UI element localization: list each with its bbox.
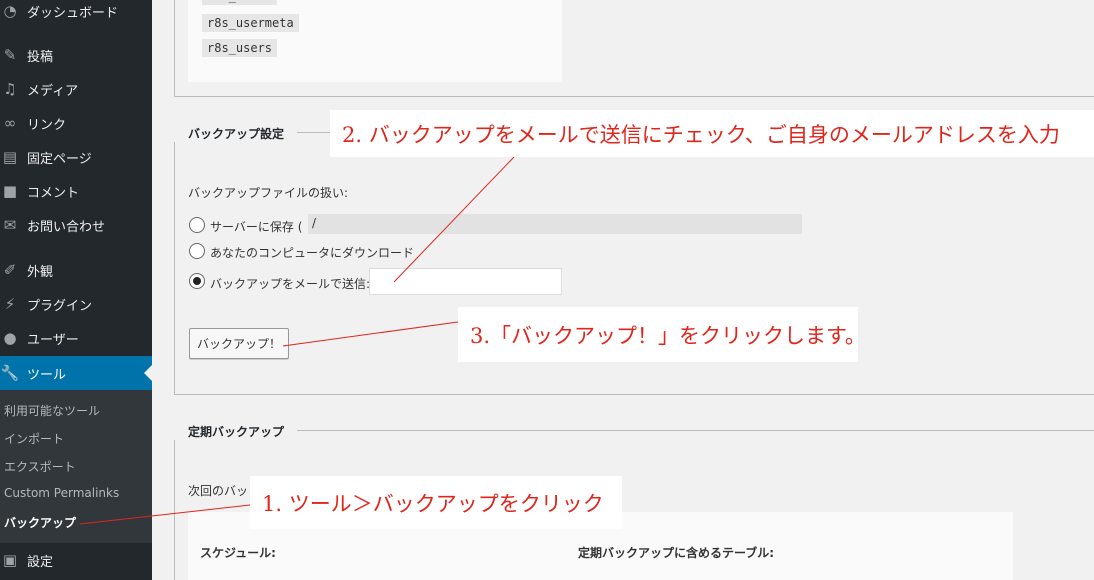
callout-step3: 3.「バックアップ！」をクリックします。 — [458, 307, 866, 362]
menu-dashboard[interactable]: ◔ ダッシュボード — [0, 0, 152, 28]
option-server-label: サーバーに保存 ( — [210, 220, 303, 234]
admin-sidebar: ◔ ダッシュボード ✎ 投稿 ♫ メディア ∞ リンク ▤ 固定ページ ■ コメ… — [0, 0, 152, 580]
radio-save-server[interactable] — [189, 217, 205, 233]
table-item: r8s_terms — [202, 0, 278, 5]
scheduled-tables-label: 定期バックアップに含めるテーブル: — [578, 546, 775, 560]
brush-icon: ✐ — [3, 261, 17, 279]
menu-tools[interactable]: 🔧 ツール — [0, 356, 152, 390]
submenu-export[interactable]: エクスポート — [4, 458, 76, 475]
menu-appearance[interactable]: ✐ 外観 — [0, 253, 152, 287]
server-path: / — [308, 214, 802, 234]
menu-plugins[interactable]: ⚡ プラグイン — [0, 287, 152, 321]
pin-icon: ✎ — [3, 46, 17, 64]
radio-email[interactable] — [189, 273, 205, 289]
menu-label: コメント — [27, 185, 80, 201]
menu-label: ユーザー — [27, 332, 79, 348]
callout-step2: 2. バックアップをメールで送信にチェック、ご自身のメールアドレスを入力 — [330, 110, 1094, 157]
link-icon: ∞ — [3, 114, 17, 132]
menu-settings[interactable]: ▣ 設定 — [0, 543, 152, 577]
menu-label: メディア — [27, 83, 79, 99]
callout-step1: 1. ツール＞バックアップをクリック — [250, 476, 622, 529]
menu-label: お問い合わせ — [27, 219, 106, 235]
menu-label: 外観 — [27, 264, 54, 280]
submenu-backup[interactable]: バックアップ — [4, 514, 76, 531]
backup-button[interactable]: バックアップ！ — [189, 328, 290, 359]
menu-label: リンク — [27, 117, 67, 133]
backup-settings-legend: バックアップ設定 — [174, 125, 298, 142]
menu-label: ツール — [27, 367, 67, 383]
email-field[interactable] — [369, 268, 562, 295]
submenu-custom-permalinks[interactable]: Custom Permalinks — [4, 486, 119, 500]
menu-label: ダッシュボード — [27, 5, 119, 21]
server-path-text: / — [312, 216, 317, 230]
user-icon: ● — [3, 329, 17, 347]
mail-icon: ✉ — [3, 216, 17, 234]
wrench-icon: 🔧 — [0, 364, 20, 382]
option-email-label: バックアップをメールで送信: — [210, 277, 371, 291]
menu-label: 投稿 — [27, 49, 54, 65]
menu-pages[interactable]: ▤ 固定ページ — [0, 140, 152, 174]
tools-submenu: 利用可能なツール インポート エクスポート Custom Permalinks … — [0, 390, 152, 543]
menu-contact[interactable]: ✉ お問い合わせ — [0, 208, 152, 242]
menu-users[interactable]: ● ユーザー — [0, 321, 152, 355]
option-download-label: あなたのコンピュータにダウンロード — [210, 246, 415, 260]
menu-label: プラグイン — [27, 298, 93, 314]
submenu-import[interactable]: インポート — [4, 430, 64, 447]
radio-download[interactable] — [189, 243, 205, 259]
menu-links[interactable]: ∞ リンク — [0, 106, 152, 140]
submenu-available-tools[interactable]: 利用可能なツール — [4, 402, 100, 419]
page-icon: ▤ — [2, 148, 18, 166]
plugin-icon: ⚡ — [4, 295, 16, 313]
table-item: r8s_usermeta — [202, 14, 299, 32]
settings-icon: ▣ — [2, 551, 18, 569]
comment-icon: ■ — [2, 182, 18, 200]
menu-comments[interactable]: ■ コメント — [0, 174, 152, 208]
next-backup-label: 次回のバッ — [188, 484, 249, 498]
media-icon: ♫ — [3, 80, 17, 98]
tables-list: r8s_terms r8s_usermeta r8s_users — [188, 0, 562, 82]
schedule-label: スケジュール: — [200, 546, 276, 560]
table-item: r8s_users — [202, 39, 278, 57]
menu-media[interactable]: ♫ メディア — [0, 72, 152, 106]
menu-label: 設定 — [27, 554, 54, 570]
file-handling-label: バックアップファイルの扱い: — [188, 186, 349, 200]
menu-posts[interactable]: ✎ 投稿 — [0, 38, 152, 72]
scheduled-legend: 定期バックアップ — [174, 423, 298, 440]
menu-label: 固定ページ — [27, 151, 92, 167]
dashboard-icon: ◔ — [3, 2, 17, 20]
